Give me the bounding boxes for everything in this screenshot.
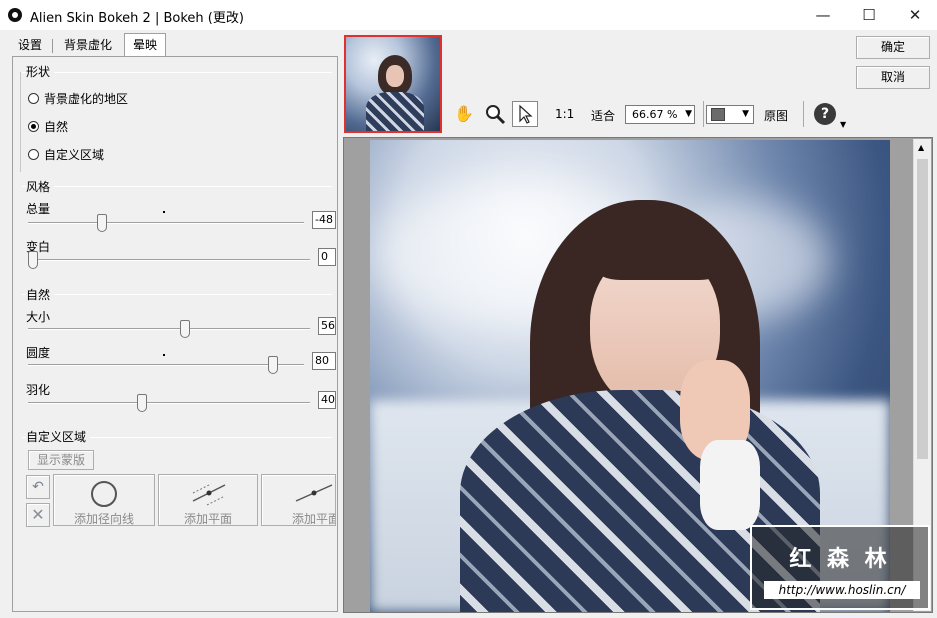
thumbnail-scarf	[366, 92, 424, 131]
hand-icon[interactable]: ✋	[451, 101, 477, 127]
amount-tick	[163, 211, 165, 213]
close-icon[interactable]: ✕	[892, 0, 937, 30]
scroll-thumb[interactable]	[917, 159, 928, 459]
zoom-icon[interactable]	[482, 101, 508, 127]
chevron-down-icon: ▼	[685, 109, 692, 119]
custom-region-label: 自定义区域	[26, 428, 91, 445]
watermark: 红 森 林 http://www.hoslin.cn/	[750, 525, 930, 610]
undo-icon[interactable]: ↶	[26, 475, 50, 499]
whiten-value[interactable]: 0	[318, 248, 336, 266]
natural-label: 自然	[26, 286, 55, 303]
style-label: 风格	[26, 178, 55, 195]
feather-slider-thumb[interactable]	[137, 394, 147, 412]
add-plane-button-1[interactable]: 添加平面	[158, 474, 258, 526]
watermark-url: http://www.hoslin.cn/	[764, 581, 920, 599]
help-chevron-icon[interactable]: ▼	[840, 120, 846, 129]
radio-custom-area-label[interactable]: 自定义区域	[44, 146, 104, 163]
amount-label: 总量	[26, 202, 51, 216]
tab-settings[interactable]: 设置	[10, 34, 50, 56]
roundness-track[interactable]	[28, 364, 304, 366]
maximize-icon[interactable]: ☐	[846, 0, 892, 30]
group-border	[20, 72, 21, 172]
feather-label: 羽化	[26, 383, 51, 397]
feather-track[interactable]	[28, 402, 310, 404]
radio-natural-label[interactable]: 自然	[44, 118, 68, 135]
add-radial-label: 添加径向线	[73, 512, 134, 526]
watermark-title: 红 森 林	[789, 547, 891, 572]
pointer-icon[interactable]	[512, 101, 538, 127]
bangs-shape	[595, 220, 725, 280]
zoom-select[interactable]: 66.67 % ▼	[625, 105, 695, 124]
size-label: 大小	[26, 310, 51, 324]
original-button[interactable]: 原图	[764, 107, 788, 124]
help-icon[interactable]: ?	[814, 103, 836, 125]
amount-slider-thumb[interactable]	[97, 214, 107, 232]
group-line	[22, 294, 332, 295]
zoom-value: 66.67 %	[632, 108, 678, 121]
settings-panel	[12, 56, 338, 612]
radial-icon	[91, 481, 117, 507]
minimize-icon[interactable]: —	[800, 0, 846, 30]
app-icon	[8, 8, 22, 22]
tab-bokeh[interactable]: 背景虚化	[56, 34, 120, 56]
add-radial-button[interactable]: 添加径向线	[53, 474, 155, 526]
size-value[interactable]: 56	[318, 317, 336, 335]
roundness-tick	[163, 354, 165, 356]
navigator-thumbnail[interactable]	[344, 35, 442, 133]
plane-icon	[295, 484, 333, 502]
roundness-label: 圆度	[26, 346, 51, 360]
sleeve-shape	[700, 440, 760, 530]
whiten-track[interactable]	[28, 259, 310, 261]
background-color-select[interactable]: ▼	[706, 105, 754, 124]
fit-button[interactable]: 适合	[591, 107, 615, 124]
group-line	[22, 186, 332, 187]
add-plane-label-2: 添加平面	[291, 512, 336, 526]
whiten-slider-thumb[interactable]	[28, 251, 38, 269]
ok-button[interactable]: 确定	[856, 36, 930, 59]
thumbnail-face	[386, 65, 404, 87]
delete-icon[interactable]: ✕	[26, 503, 50, 527]
size-slider-thumb[interactable]	[180, 320, 190, 338]
add-plane-label-1: 添加平面	[183, 512, 232, 526]
group-line	[22, 72, 332, 73]
feather-value[interactable]: 40	[318, 391, 336, 409]
add-plane-button-2[interactable]: 添加平面	[261, 474, 336, 526]
tab-separator	[52, 39, 53, 53]
radio-bokeh-area[interactable]	[28, 93, 39, 104]
color-swatch	[711, 108, 725, 121]
plane-icon	[192, 483, 226, 506]
tab-vignette[interactable]: 晕映	[124, 33, 167, 57]
cancel-button[interactable]: 取消	[856, 66, 930, 89]
radio-bokeh-area-label[interactable]: 背景虚化的地区	[44, 90, 128, 107]
toolbar-divider	[703, 101, 704, 127]
show-mask-button[interactable]: 显示蒙版	[28, 450, 94, 470]
radio-custom-area[interactable]	[28, 149, 39, 160]
shape-label: 形状	[26, 63, 55, 80]
chevron-down-icon: ▼	[742, 109, 749, 119]
scroll-up-icon[interactable]: ▲	[918, 143, 924, 152]
amount-value[interactable]: -48	[312, 211, 336, 229]
amount-track[interactable]	[28, 222, 304, 224]
roundness-slider-thumb[interactable]	[268, 356, 278, 374]
zoom-1to1-button[interactable]: 1:1	[555, 107, 574, 121]
toolbar-divider	[803, 101, 804, 127]
radio-natural[interactable]	[28, 121, 39, 132]
size-track[interactable]	[28, 328, 310, 330]
window-title: Alien Skin Bokeh 2 | Bokeh (更改)	[30, 11, 244, 26]
roundness-value[interactable]: 80	[312, 352, 336, 370]
